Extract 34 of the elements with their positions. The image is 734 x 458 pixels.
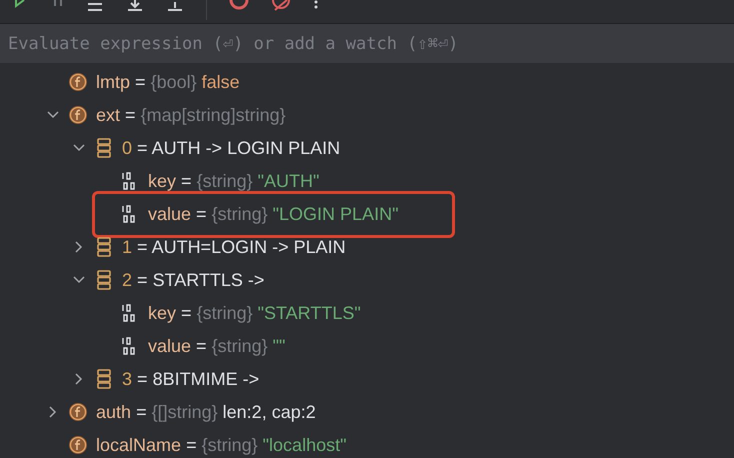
variable-text[interactable]: value = {string} "" bbox=[148, 334, 286, 358]
watch-input-field[interactable]: Evaluate expression (⏎) or add a watch (⇧⌘⏎) bbox=[0, 24, 734, 63]
chevron-right-icon[interactable] bbox=[75, 240, 83, 252]
field-icon bbox=[68, 402, 88, 422]
variable-text[interactable]: lmtp = {bool} false bbox=[96, 70, 240, 94]
step-into-icon[interactable] bbox=[126, 0, 144, 12]
chevron-down-icon[interactable] bbox=[47, 110, 59, 118]
more-icon[interactable] bbox=[313, 0, 319, 10]
chevron-down-icon[interactable] bbox=[73, 144, 85, 152]
variable-text[interactable]: value = {string} "LOGIN PLAIN" bbox=[148, 202, 398, 226]
mute-breakpoints-icon[interactable] bbox=[271, 0, 291, 12]
variable-text[interactable]: key = {string} "AUTH" bbox=[148, 168, 320, 192]
variable-text[interactable]: 2 = STARTTLS -> bbox=[122, 268, 264, 292]
stack-icon bbox=[96, 138, 112, 158]
variable-text[interactable]: key = {string} "STARTTLS" bbox=[148, 300, 361, 324]
variable-text[interactable]: ext = {map[string]string} bbox=[96, 102, 286, 126]
stack-icon bbox=[96, 368, 112, 388]
chevron-down-icon[interactable] bbox=[73, 276, 85, 284]
variable-text[interactable]: 0 = AUTH -> LOGIN PLAIN bbox=[122, 136, 340, 160]
chevron-right-icon[interactable] bbox=[75, 372, 83, 384]
step-over-icon[interactable] bbox=[86, 0, 104, 12]
stack-icon bbox=[96, 270, 112, 290]
variable-text[interactable]: 1 = AUTH=LOGIN -> PLAIN bbox=[122, 234, 346, 258]
stack-icon bbox=[96, 236, 112, 256]
step-out-icon[interactable] bbox=[166, 0, 184, 12]
variable-text[interactable]: auth = {[]string} len:2, cap:2 bbox=[96, 400, 316, 424]
field-icon bbox=[68, 104, 88, 124]
chevron-right-icon[interactable] bbox=[49, 406, 57, 418]
variable-text[interactable]: localName = {string} "localhost" bbox=[96, 432, 346, 456]
field-icon bbox=[68, 434, 88, 454]
field-icon bbox=[68, 72, 88, 92]
variable-text[interactable]: 3 = 8BITMIME -> bbox=[122, 366, 260, 390]
stop-icon[interactable] bbox=[229, 0, 249, 12]
pause-icon[interactable] bbox=[52, 0, 64, 8]
